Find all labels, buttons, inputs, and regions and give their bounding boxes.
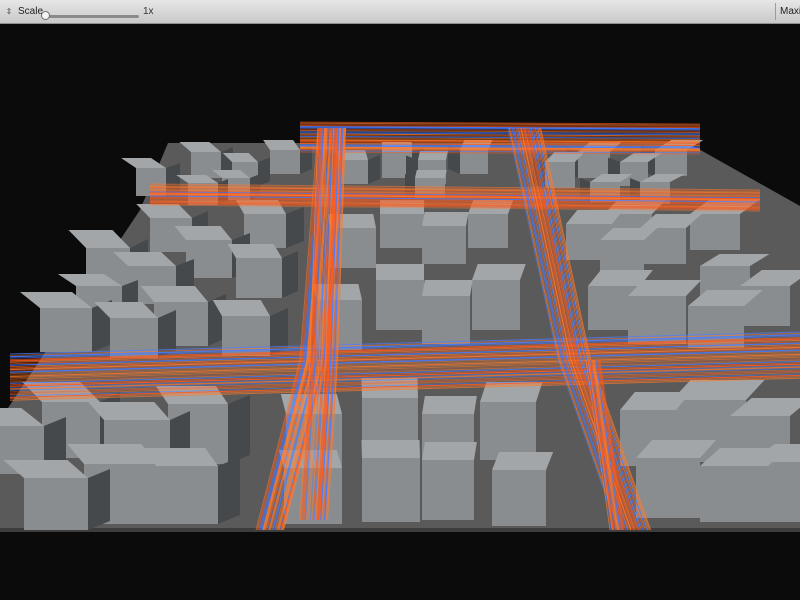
building-front [362, 458, 420, 522]
building-top [472, 264, 526, 280]
building-top [143, 448, 218, 466]
building-top [422, 212, 469, 226]
building-front [244, 214, 286, 248]
scale-slider-track[interactable] [43, 15, 139, 18]
maximize-on-play-button[interactable]: Maximize on Play [775, 3, 800, 20]
scale-value: 1x [143, 6, 154, 17]
building-top [415, 170, 447, 178]
building-side [88, 469, 110, 530]
building-top [422, 442, 477, 460]
building-top [227, 244, 282, 258]
building-top [376, 264, 424, 280]
building-side [228, 395, 250, 464]
building-front [40, 308, 92, 352]
building-front [422, 296, 470, 344]
building-front [156, 466, 218, 524]
building-front [700, 466, 768, 522]
building-top [212, 300, 270, 316]
building-front [270, 150, 300, 174]
building-front [422, 460, 474, 520]
game-viewport[interactable] [0, 24, 800, 600]
building-top [68, 230, 130, 248]
building-front [636, 458, 700, 518]
building-front [460, 150, 488, 174]
ground-edge [0, 528, 800, 532]
updown-arrow-icon[interactable]: ⇕ [4, 6, 14, 17]
building-side [218, 457, 240, 524]
building-side [286, 207, 304, 248]
building-front [236, 258, 282, 298]
building-front [690, 214, 740, 250]
scale-slider[interactable] [41, 11, 139, 25]
game-view-toolbar: ⇕ Scale 1x Maximize on Play [0, 0, 800, 24]
scale-slider-thumb[interactable] [41, 11, 50, 20]
building-front [191, 152, 221, 178]
building-front [492, 470, 546, 526]
building-front [376, 280, 424, 330]
building-side [282, 251, 298, 298]
building-top [422, 396, 477, 414]
building-front [472, 280, 520, 330]
building-top [492, 452, 554, 470]
building-top [361, 440, 420, 458]
building-top [422, 280, 473, 296]
building-front [24, 478, 88, 530]
building-top [121, 158, 166, 168]
building-front [480, 402, 536, 460]
building-front [422, 226, 466, 264]
building-front [468, 214, 508, 248]
building-front [600, 240, 644, 272]
building-front [380, 214, 424, 248]
maximize-on-play-label: Maximize on Play [780, 6, 800, 17]
city-scene [0, 121, 800, 532]
scale-label: Scale [18, 6, 44, 17]
building-side [368, 155, 380, 184]
